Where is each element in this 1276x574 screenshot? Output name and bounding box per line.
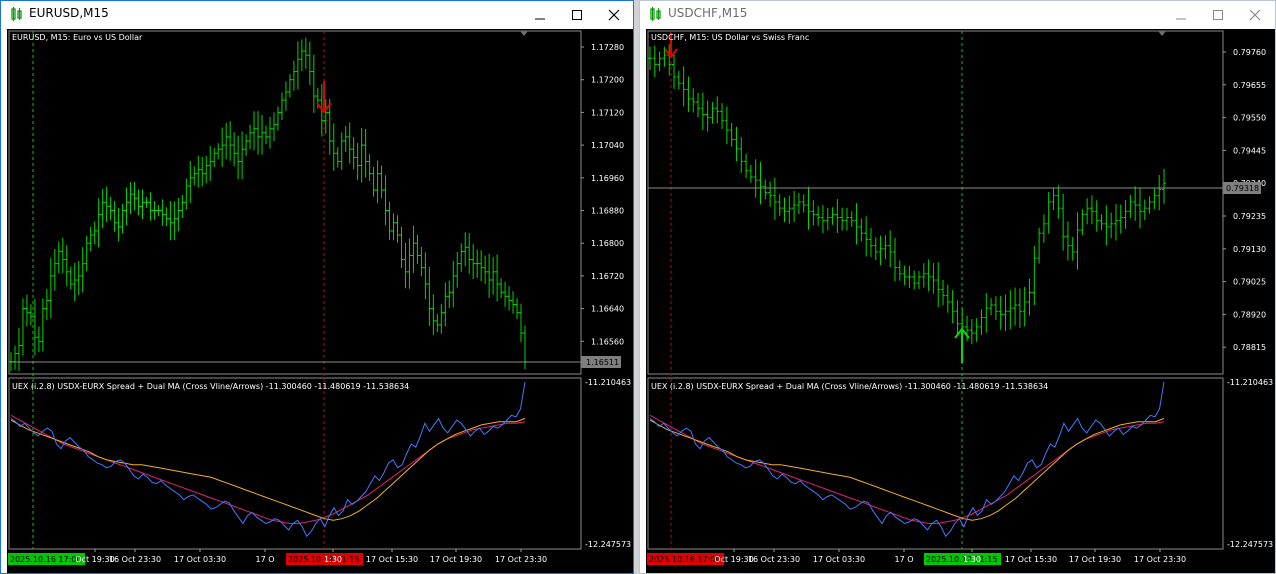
candles-group: [9, 37, 527, 372]
price-tick-label: 1.16640: [591, 305, 624, 314]
price-tick-label: 1.16720: [591, 272, 624, 281]
chart-area[interactable]: EURUSD, M15: Euro vs US Dollar 1.17280 1.…: [7, 29, 633, 574]
time-tick-label: 17 Oct 23:30: [495, 555, 547, 564]
chart-area[interactable]: USDCHF, M15: US Dollar vs Swiss Franc 0.…: [646, 29, 1275, 574]
maximize-button[interactable]: [562, 3, 592, 27]
time-tick-label: 17 Oct 19:30: [1069, 555, 1121, 564]
indicator-lines: [10, 381, 526, 538]
price-tick-label: 1.16880: [591, 207, 624, 216]
price-tick-label: 0.79655: [1233, 81, 1266, 90]
price-tick-label: 0.78815: [1233, 343, 1266, 352]
time-tick-label: 16 Oct 23:30: [109, 555, 161, 564]
down-arrow-icon: [316, 81, 332, 114]
price-tick-label: 0.79235: [1233, 212, 1266, 221]
up-arrow-icon: [954, 327, 970, 363]
chart-app-icon: [11, 7, 22, 21]
time-tick-label: 17 O: [894, 555, 913, 564]
main-pane-label: USDCHF, M15: US Dollar vs Swiss Franc: [651, 33, 809, 42]
maximize-icon: [572, 10, 582, 20]
highlight-time-green-text: 2025.10.16 17:00: [10, 555, 81, 564]
time-tick-label: 17 Oct 03:30: [174, 555, 226, 564]
main-pane-label: EURUSD, M15: Euro vs US Dollar: [12, 33, 143, 42]
window-title: USDCHF,M15: [668, 6, 748, 20]
price-tick-label: 1.16960: [591, 174, 624, 183]
time-tick-label: 17 Oct 23:30: [1134, 555, 1186, 564]
minimize-icon: [535, 18, 545, 20]
indicator-fast-ma-line: [649, 418, 1165, 521]
price-tick-label: 1.17040: [591, 141, 624, 150]
highlight-time-green-text: 2025.10.17 11:15: [926, 555, 997, 564]
chart-app-icon: [650, 7, 661, 21]
close-icon: [1249, 9, 1261, 21]
chart-canvas[interactable]: USDCHF, M15: US Dollar vs Swiss Franc 0.…: [646, 29, 1275, 574]
indicator-lines: [649, 381, 1165, 538]
time-tick-label: 17 Oct 15:30: [366, 555, 418, 564]
price-tick-label: 0.79130: [1233, 245, 1266, 254]
close-button[interactable]: [1240, 3, 1270, 27]
pane-collapse-icon: [520, 31, 528, 36]
candles-group: [648, 44, 1166, 345]
maximize-button[interactable]: [1203, 3, 1233, 27]
minimize-button[interactable]: [525, 3, 555, 27]
price-tick-label: 0.79550: [1233, 114, 1266, 123]
indicator-fast-ma-line: [10, 418, 526, 521]
time-tick-label: 17 Oct 19:30: [430, 555, 482, 564]
title-bar[interactable]: EURUSD,M15: [1, 1, 633, 28]
price-tick-label: 0.79760: [1233, 48, 1266, 57]
price-tick-label: 1.17200: [591, 76, 624, 85]
current-price-text: 0.79318: [1226, 184, 1259, 193]
minimize-icon: [1176, 18, 1186, 20]
price-axis: 1.17280 1.17200 1.17120 1.17040 1.16960 1.168…: [581, 43, 624, 346]
title-bar[interactable]: USDCHF,M15: [640, 1, 1275, 28]
current-price-text: 1.16511: [586, 358, 619, 367]
highlight-time-red-text: 2025.10.16 17:00: [649, 555, 720, 564]
time-tick-label: 17 Oct 15:30: [1005, 555, 1057, 564]
price-axis: 0.797600.796550.795500.794450.793400.792…: [1223, 48, 1266, 352]
time-tick-label: 16 Oct 23:30: [748, 555, 800, 564]
main-pane-frame: [647, 30, 1224, 375]
indicator-max-label: -11.210463: [1227, 378, 1273, 387]
maximize-icon: [1213, 10, 1223, 20]
main-pane-frame: [8, 30, 582, 375]
time-tick-label: 1:30: [324, 555, 342, 564]
indicator-slow-ma-line: [10, 414, 526, 524]
chart-window-eurusd[interactable]: EURUSD,M15 EURUSD, M15: Euro vs US Dolla…: [0, 0, 634, 574]
indicator-label: UEX (i.2.8) USDX-EURX Spread + Dual MA (…: [651, 382, 1048, 391]
indicator-spread-line: [10, 381, 526, 538]
price-tick-label: 0.79025: [1233, 278, 1266, 287]
price-tick-label: 0.79445: [1233, 146, 1266, 155]
indicator-label: UEX (i.2.8) USDX-EURX Spread + Dual MA (…: [12, 382, 409, 391]
time-tick-label: 17 Oct 03:30: [813, 555, 865, 564]
close-button[interactable]: [599, 3, 629, 27]
indicator-max-label: -11.210463: [585, 378, 631, 387]
time-tick-label: 1:30: [963, 555, 981, 564]
price-tick-label: 0.78920: [1233, 310, 1266, 319]
chart-canvas[interactable]: EURUSD, M15: Euro vs US Dollar 1.172801.…: [7, 29, 633, 574]
time-tick-label: 17 O: [255, 555, 274, 564]
indicator-min-label: -12.247573: [1227, 540, 1273, 549]
indicator-slow-ma-line: [649, 414, 1165, 524]
indicator-spread-line: [649, 381, 1165, 538]
close-icon: [608, 9, 620, 21]
window-title: EURUSD,M15: [29, 6, 109, 20]
price-tick-label: 1.16800: [591, 239, 624, 248]
price-tick-label: 1.16560: [591, 337, 624, 346]
minimize-button[interactable]: [1166, 3, 1196, 27]
price-tick-label: 1.17280: [591, 43, 624, 52]
price-tick-label: 1.17120: [591, 108, 624, 117]
indicator-min-label: -12.247573: [585, 540, 631, 549]
pane-collapse-icon: [1158, 31, 1166, 36]
chart-window-usdchf[interactable]: USDCHF,M15 USDCHF, M15: US Dollar vs Swi…: [639, 0, 1276, 574]
